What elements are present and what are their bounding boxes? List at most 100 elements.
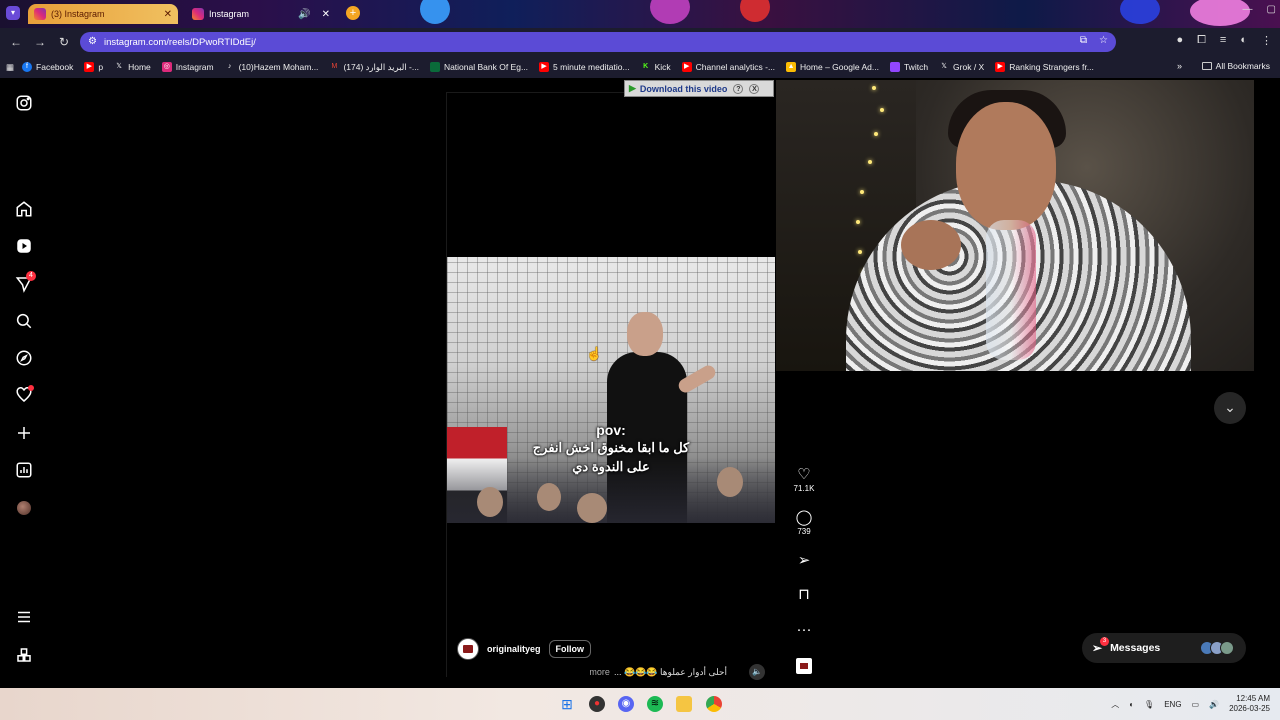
gmail-icon: M — [331, 63, 338, 70]
site-info-icon[interactable]: ⚙ — [88, 36, 97, 47]
help-icon[interactable]: ? — [733, 83, 744, 94]
file-explorer-icon[interactable] — [676, 696, 692, 712]
language-indicator[interactable]: ENG — [1164, 700, 1181, 709]
dashboard-icon[interactable] — [14, 461, 34, 481]
download-video-bar[interactable]: ▶ Download this video ? X — [624, 80, 774, 97]
forward-icon[interactable]: → — [28, 35, 52, 49]
reel-player[interactable]: pov: كل ما ابقا مخنوق اخش انفرج على الند… — [446, 92, 775, 680]
author-avatar[interactable] — [457, 638, 479, 660]
close-tab-icon[interactable]: ✕ — [322, 9, 330, 20]
author-username[interactable]: originalityeg — [487, 644, 541, 654]
app-icon[interactable]: ● — [589, 696, 605, 712]
reading-list-icon[interactable]: ≡ — [1220, 34, 1226, 47]
volume-icon[interactable]: 🔊 — [1209, 700, 1219, 709]
bookmark-google-ads[interactable]: ▲ Home – Google Ad... — [786, 62, 879, 72]
bookmark-tiktok[interactable]: ♪ (10)Hazem Moham... — [225, 62, 319, 72]
follow-button[interactable]: Follow — [548, 640, 592, 658]
bookmark-kick[interactable]: K Kick — [641, 62, 671, 72]
address-bar[interactable]: ⚙ instagram.com/reels/DPwoRTIDdEj/ ⧉ ☆ — [80, 32, 1116, 52]
bookmark-gmail[interactable]: M (174) البريد الوارد -... — [329, 62, 419, 73]
audio-thumbnail[interactable] — [790, 658, 818, 674]
comment-bubble-icon: ◯ — [795, 509, 813, 526]
reels-icon[interactable] — [14, 237, 34, 257]
comment-button[interactable]: ◯ 739 — [790, 509, 818, 536]
all-bookmarks-button[interactable]: All Bookmarks — [1201, 61, 1270, 71]
theme-decoration — [740, 0, 770, 22]
reload-icon[interactable]: ↻ — [52, 35, 76, 49]
bookmark-star-icon[interactable]: ☆ — [1099, 35, 1108, 46]
tray-app-icon[interactable]: ◐ — [1129, 700, 1134, 709]
bookmark-ranking-strangers[interactable]: ▶ Ranking Strangers fr... — [995, 62, 1094, 72]
discord-icon[interactable]: ◉ — [618, 696, 634, 712]
direct-messages-icon[interactable]: 4 — [14, 271, 36, 295]
theme-decoration — [650, 0, 690, 24]
new-tab-button[interactable]: + — [346, 6, 360, 20]
overlay-line-2: على الندوة دي — [572, 459, 650, 474]
microphone-icon[interactable]: 🎙 — [1144, 700, 1154, 709]
search-icon[interactable] — [14, 312, 34, 332]
profile-avatar[interactable] — [14, 498, 34, 518]
instagram-icon — [192, 8, 204, 20]
minimize-icon[interactable]: — — [1243, 4, 1253, 15]
install-app-icon[interactable]: ⧉ — [1080, 35, 1087, 46]
chrome-icon[interactable] — [706, 696, 722, 712]
instagram-icon: ◎ — [161, 62, 172, 72]
bookmark-grok[interactable]: 𝕏 Grok / X — [939, 62, 984, 72]
network-icon[interactable]: ▭ — [1192, 700, 1200, 709]
tray-overflow-chevron-up-icon[interactable]: ︿ — [1111, 699, 1119, 710]
tab-instagram[interactable]: Instagram 🔊 ✕ — [186, 4, 336, 24]
bookmark-twitch[interactable]: Twitch — [889, 62, 928, 72]
profile-avatar-icon[interactable]: ◐ — [1240, 34, 1247, 47]
more-options-button[interactable]: ··· — [790, 621, 818, 639]
tab-search-icon[interactable]: ▾ — [6, 6, 20, 20]
more-link[interactable]: more — [589, 667, 610, 678]
speaker-icon[interactable]: 🔊 — [298, 9, 310, 20]
next-reel-chevron-down-icon[interactable]: ⌄ — [1214, 392, 1246, 424]
reel-caption[interactable]: أحلى أدوار عملوها 😂😂😂 ... more — [577, 667, 727, 678]
save-button[interactable]: ⊓ — [790, 586, 818, 604]
heart-icon: ♡ — [797, 466, 811, 483]
messages-button[interactable]: ➢ 3 Messages — [1082, 633, 1246, 663]
bookmarks-overflow-icon[interactable]: » — [1177, 61, 1182, 71]
more-menu-icon[interactable] — [14, 608, 34, 628]
create-plus-icon[interactable] — [14, 424, 34, 444]
back-icon[interactable]: ← — [4, 35, 28, 49]
spotify-icon[interactable]: ≋ — [647, 696, 663, 712]
bookmark-home-x[interactable]: 𝕏 Home — [114, 62, 151, 72]
windows-start-icon[interactable]: ⊞ — [559, 696, 575, 712]
extension-icon[interactable]: ● — [1176, 34, 1183, 47]
maximize-icon[interactable]: ▢ — [1267, 4, 1276, 15]
bookmark-national-bank[interactable]: National Bank Of Eg... — [429, 62, 528, 72]
reel-video-frame[interactable]: pov: كل ما ابقا مخنوق اخش انفرج على الند… — [447, 257, 775, 523]
clock[interactable]: 12:45 AM 2026-03-25 — [1229, 694, 1270, 714]
apps-grid-icon[interactable]: ▦ — [6, 62, 14, 73]
youtube-icon: ▶ — [681, 62, 692, 72]
bookmark-meditation[interactable]: ▶ 5 minute meditatio... — [539, 62, 630, 72]
bookmark-p[interactable]: ▶ p — [84, 62, 103, 72]
explore-compass-icon[interactable] — [14, 349, 34, 369]
fairy-light — [860, 190, 864, 194]
mute-toggle-icon[interactable]: 🔈 — [749, 664, 765, 680]
close-tab-icon[interactable]: ✕ — [164, 9, 172, 20]
theme-decoration — [420, 0, 450, 24]
also-from-meta-icon[interactable] — [14, 646, 34, 666]
download-label[interactable]: Download this video — [640, 84, 728, 94]
like-button[interactable]: ♡ 71.1K — [790, 466, 818, 493]
instagram-icon — [34, 8, 46, 20]
webcam-person-face — [956, 102, 1056, 230]
menu-kebab-icon[interactable]: ⋮ — [1261, 34, 1272, 47]
tab-instagram-active[interactable]: (3) Instagram ✕ — [28, 4, 178, 24]
bookmark-channel-analytics[interactable]: ▶ Channel analytics -... — [681, 62, 775, 72]
notifications-heart-icon[interactable] — [14, 385, 34, 406]
crowd-head — [477, 487, 503, 517]
tab-label: Instagram — [209, 9, 250, 19]
close-icon[interactable]: X — [749, 83, 760, 94]
bookmark-facebook[interactable]: f Facebook — [22, 62, 73, 72]
toolbar-extensions: ● ⧠ ≡ ◐ ⋮ — [1176, 34, 1272, 47]
home-icon[interactable] — [14, 200, 34, 220]
instagram-logo-icon[interactable] — [14, 94, 34, 114]
extensions-puzzle-icon[interactable]: ⧠ — [1197, 34, 1206, 47]
like-count: 71.1K — [793, 484, 815, 493]
share-button[interactable]: ➢ — [790, 552, 818, 570]
bookmark-instagram[interactable]: ◎ Instagram — [161, 62, 214, 72]
